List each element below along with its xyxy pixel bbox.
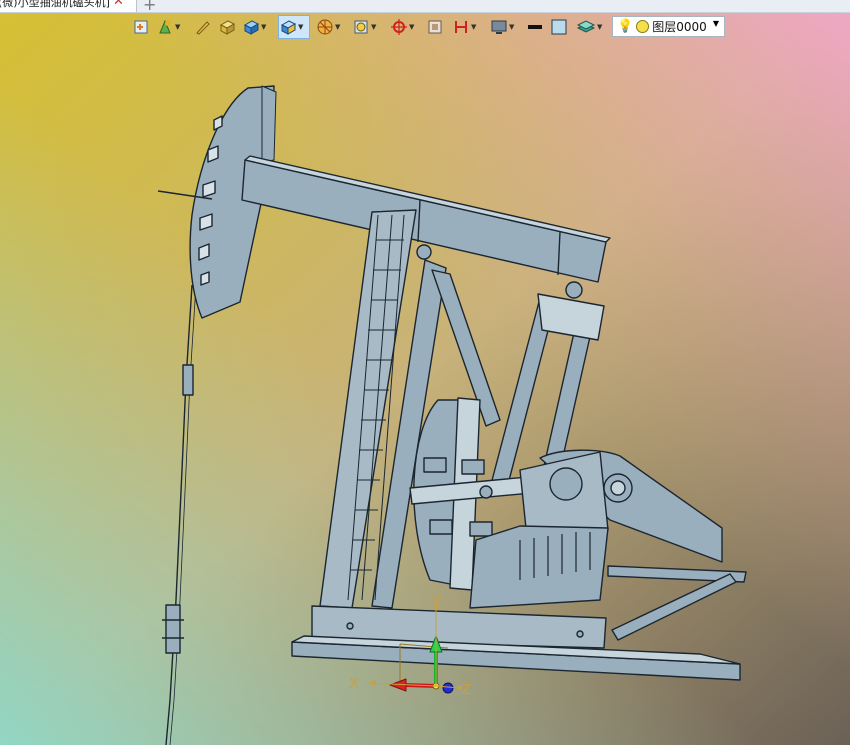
pumpjack-model[interactable]: Y X Z bbox=[0, 0, 850, 745]
render-mode-button[interactable]: ▼ bbox=[316, 15, 340, 39]
axis-label-y: Y bbox=[432, 593, 442, 610]
pen-button[interactable] bbox=[194, 15, 212, 39]
save-view-button[interactable] bbox=[132, 15, 150, 39]
close-tab-icon[interactable]: ✕ bbox=[113, 0, 124, 8]
layers-icon bbox=[576, 20, 596, 33]
section-button[interactable]: ▼ bbox=[452, 15, 476, 39]
document-tab[interactable]: (微)小型抽油机磕头机] ✕ bbox=[0, 0, 137, 12]
color-swatch-button[interactable] bbox=[550, 15, 568, 39]
monitor-icon bbox=[491, 20, 507, 34]
mask-icon bbox=[428, 20, 442, 34]
solid-blue-button[interactable]: ▼ bbox=[242, 15, 266, 39]
solid-yellow-icon bbox=[219, 20, 236, 35]
save-view-icon bbox=[134, 20, 148, 34]
line-style-icon bbox=[528, 25, 542, 29]
shaded-view-icon bbox=[280, 20, 297, 35]
wireframe-icon bbox=[354, 20, 368, 34]
document-tab-title: (微)小型抽油机磕头机] bbox=[0, 0, 110, 9]
pen-icon bbox=[196, 21, 210, 35]
base-skid bbox=[291, 605, 741, 681]
new-tab-button[interactable]: + bbox=[143, 0, 156, 14]
layer-name: 图层0000 bbox=[652, 20, 707, 34]
document-tab-bar: (微)小型抽油机磕头机] ✕ + bbox=[0, 0, 850, 14]
mask-button[interactable] bbox=[426, 15, 444, 39]
shaded-view-button[interactable]: ▼ bbox=[278, 15, 310, 39]
monitor-button[interactable]: ▼ bbox=[490, 15, 514, 39]
line-style-button[interactable] bbox=[526, 15, 544, 39]
solid-blue-icon bbox=[243, 20, 260, 35]
chevron-down-icon[interactable]: ▼ bbox=[713, 19, 719, 28]
axis-label-z: Z bbox=[462, 681, 471, 698]
layer-dropdown[interactable]: 💡 图层0000 ▼ bbox=[612, 16, 725, 37]
scene-icon bbox=[159, 19, 171, 34]
3d-viewport[interactable]: Y X Z bbox=[0, 0, 850, 745]
bulb-icon[interactable]: 💡 bbox=[617, 19, 633, 34]
section-icon bbox=[455, 21, 467, 33]
polished-rod bbox=[162, 284, 197, 745]
solid-yellow-button[interactable] bbox=[218, 15, 236, 39]
layer-color-icon bbox=[636, 20, 650, 33]
snap-button[interactable]: ▼ bbox=[390, 15, 414, 39]
layers-button[interactable]: ▼ bbox=[576, 15, 602, 39]
render-mode-icon bbox=[317, 19, 333, 35]
snap-icon bbox=[391, 19, 407, 35]
scene-button[interactable]: ▼ bbox=[156, 15, 180, 39]
axis-label-x: X bbox=[349, 675, 359, 692]
wireframe-button[interactable]: ▼ bbox=[352, 15, 376, 39]
color-swatch-icon bbox=[551, 19, 567, 35]
